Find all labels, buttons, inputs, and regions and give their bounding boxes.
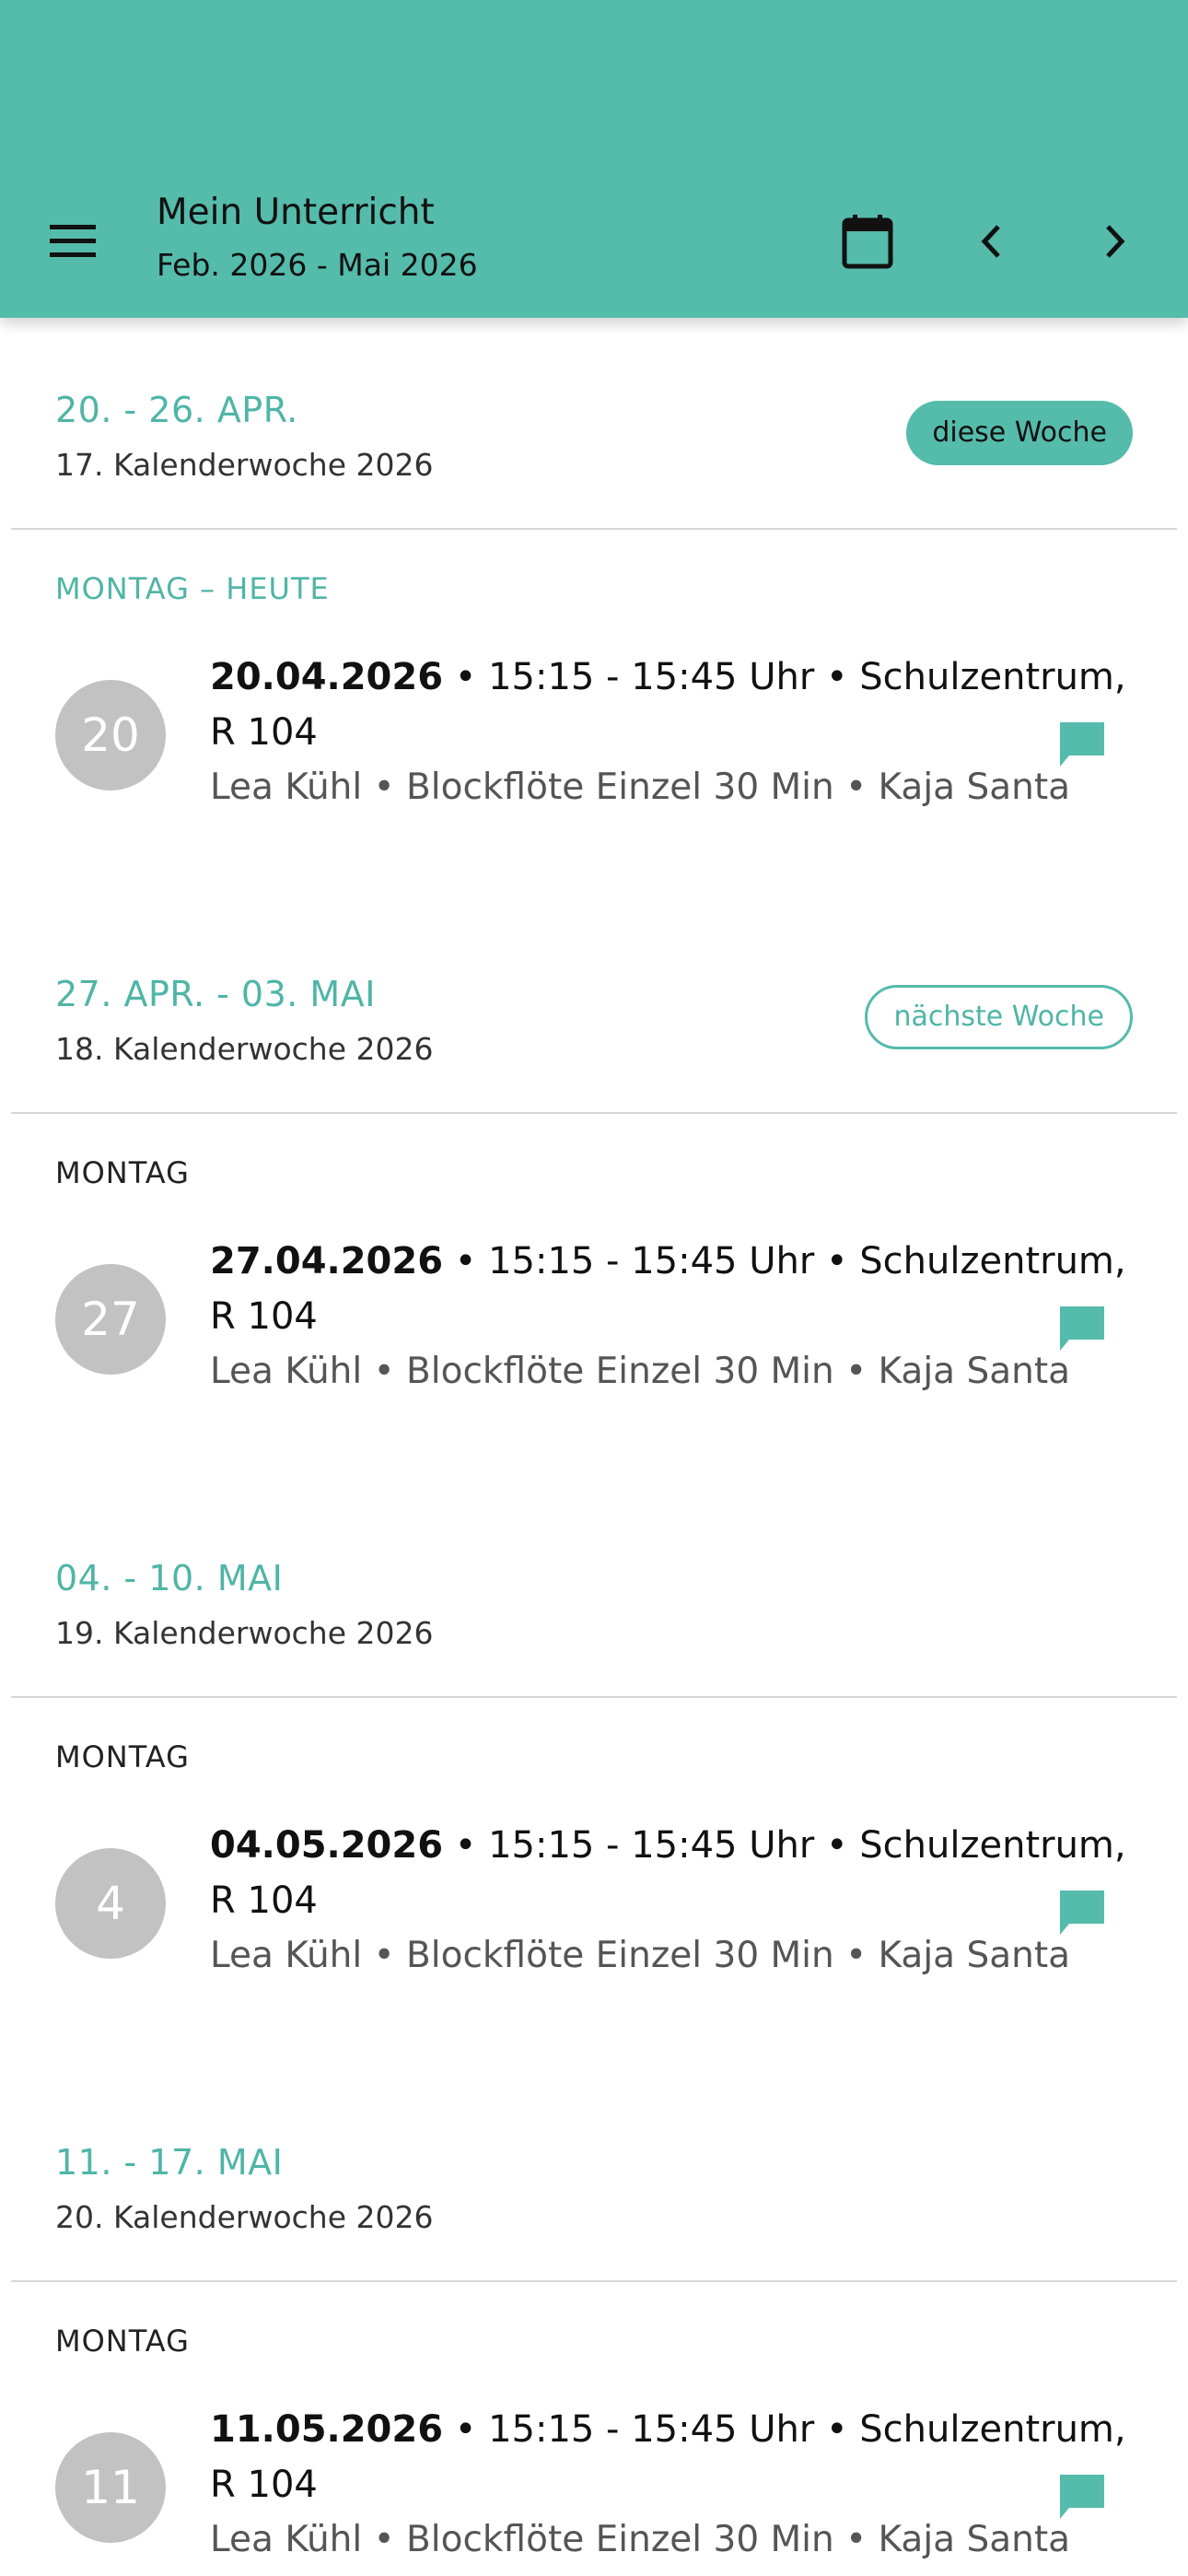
page-title: Mein Unterricht: [157, 192, 435, 233]
day-label: MONTAG – HEUTE: [55, 571, 330, 606]
lesson-time-location: • 15:15 - 15:45 Uhr • Schulzentrum,: [443, 1824, 1126, 1867]
message-icon: [1060, 1306, 1104, 1351]
lesson-time-location: • 15:15 - 15:45 Uhr • Schulzentrum,: [443, 656, 1126, 698]
previous-period-button[interactable]: [950, 200, 1033, 283]
chevron-left-icon: [981, 225, 1000, 258]
lesson-date: 04.05.2026: [210, 1824, 444, 1867]
day-number-avatar: 20: [55, 680, 166, 790]
lesson-time-location: • 15:15 - 15:45 Uhr • Schulzentrum,: [443, 1240, 1126, 1282]
day-number-avatar: 4: [55, 1848, 166, 1959]
lesson-room[interactable]: R 104: [210, 1879, 318, 1922]
lesson-list[interactable]: 20. - 26. APR. 17. Kalenderwoche 2026 di…: [0, 318, 1188, 2576]
section-divider: [11, 1696, 1177, 1698]
message-button[interactable]: [1045, 1876, 1119, 1950]
section-divider: [11, 2280, 1177, 2282]
calendar-week-label: 17. Kalenderwoche 2026: [55, 447, 434, 483]
next-period-button[interactable]: [1073, 200, 1156, 283]
message-icon: [1060, 1891, 1104, 1935]
lesson-details[interactable]: Lea Kühl • Blockflöte Einzel 30 Min • Ka…: [210, 767, 1070, 808]
day-label: MONTAG: [55, 1739, 190, 1774]
chevron-right-icon: [1106, 225, 1125, 258]
lesson-room[interactable]: R 104: [210, 711, 318, 754]
message-icon: [1060, 722, 1104, 767]
calendar-week-label: 20. Kalenderwoche 2026: [55, 2199, 434, 2235]
day-number-avatar: 11: [55, 2432, 166, 2543]
calendar-week-label: 18. Kalenderwoche 2026: [55, 1031, 434, 1067]
day-number-avatar: 27: [55, 1264, 166, 1375]
message-button[interactable]: [1045, 2460, 1119, 2534]
lesson-date-time-location[interactable]: 27.04.2026 • 15:15 - 15:45 Uhr • Schulze…: [210, 1240, 1126, 1282]
lesson-date: 20.04.2026: [210, 656, 444, 698]
lesson-date-time-location[interactable]: 11.05.2026 • 15:15 - 15:45 Uhr • Schulze…: [210, 2408, 1126, 2451]
lesson-details[interactable]: Lea Kühl • Blockflöte Einzel 30 Min • Ka…: [210, 1935, 1070, 1976]
app-header: Mein Unterricht Feb. 2026 - Mai 2026: [0, 0, 1188, 318]
calendar-week-label: 19. Kalenderwoche 2026: [55, 1615, 434, 1651]
lesson-date-time-location[interactable]: 04.05.2026 • 15:15 - 15:45 Uhr • Schulze…: [210, 1824, 1126, 1867]
week-badge: nächste Woche: [865, 985, 1133, 1049]
message-button[interactable]: [1045, 708, 1119, 781]
week-date-range: 04. - 10. MAI: [55, 1558, 284, 1598]
calendar-button[interactable]: [826, 200, 909, 283]
week-badge: diese Woche: [906, 401, 1133, 465]
lesson-details[interactable]: Lea Kühl • Blockflöte Einzel 30 Min • Ka…: [210, 2519, 1070, 2560]
lesson-date-time-location[interactable]: 20.04.2026 • 15:15 - 15:45 Uhr • Schulze…: [210, 656, 1126, 698]
week-section: 27. APR. - 03. MAI 18. Kalenderwoche 202…: [0, 902, 1188, 1486]
section-divider: [11, 1112, 1177, 1114]
menu-icon: [50, 225, 96, 257]
menu-button[interactable]: [31, 200, 114, 283]
calendar-icon: [842, 215, 893, 269]
lesson-time-location: • 15:15 - 15:45 Uhr • Schulzentrum,: [443, 2408, 1126, 2451]
lesson-details[interactable]: Lea Kühl • Blockflöte Einzel 30 Min • Ka…: [210, 1351, 1070, 1392]
week-date-range: 11. - 17. MAI: [55, 2142, 284, 2183]
lesson-room[interactable]: R 104: [210, 2464, 318, 2506]
lesson-date: 11.05.2026: [210, 2408, 444, 2451]
message-button[interactable]: [1045, 1292, 1119, 1365]
week-date-range: 20. - 26. APR.: [55, 390, 298, 430]
week-section: 20. - 26. APR. 17. Kalenderwoche 2026 di…: [0, 318, 1188, 902]
day-label: MONTAG: [55, 1155, 190, 1190]
week-date-range: 27. APR. - 03. MAI: [55, 974, 376, 1014]
lesson-room[interactable]: R 104: [210, 1295, 318, 1338]
section-divider: [11, 528, 1177, 530]
message-icon: [1060, 2475, 1104, 2519]
lesson-date: 27.04.2026: [210, 1240, 444, 1282]
week-section: 11. - 17. MAI 20. Kalenderwoche 2026 MON…: [0, 2070, 1188, 2576]
date-range-subtitle: Feb. 2026 - Mai 2026: [157, 247, 478, 283]
week-section: 04. - 10. MAI 19. Kalenderwoche 2026 MON…: [0, 1486, 1188, 2070]
day-label: MONTAG: [55, 2324, 190, 2359]
